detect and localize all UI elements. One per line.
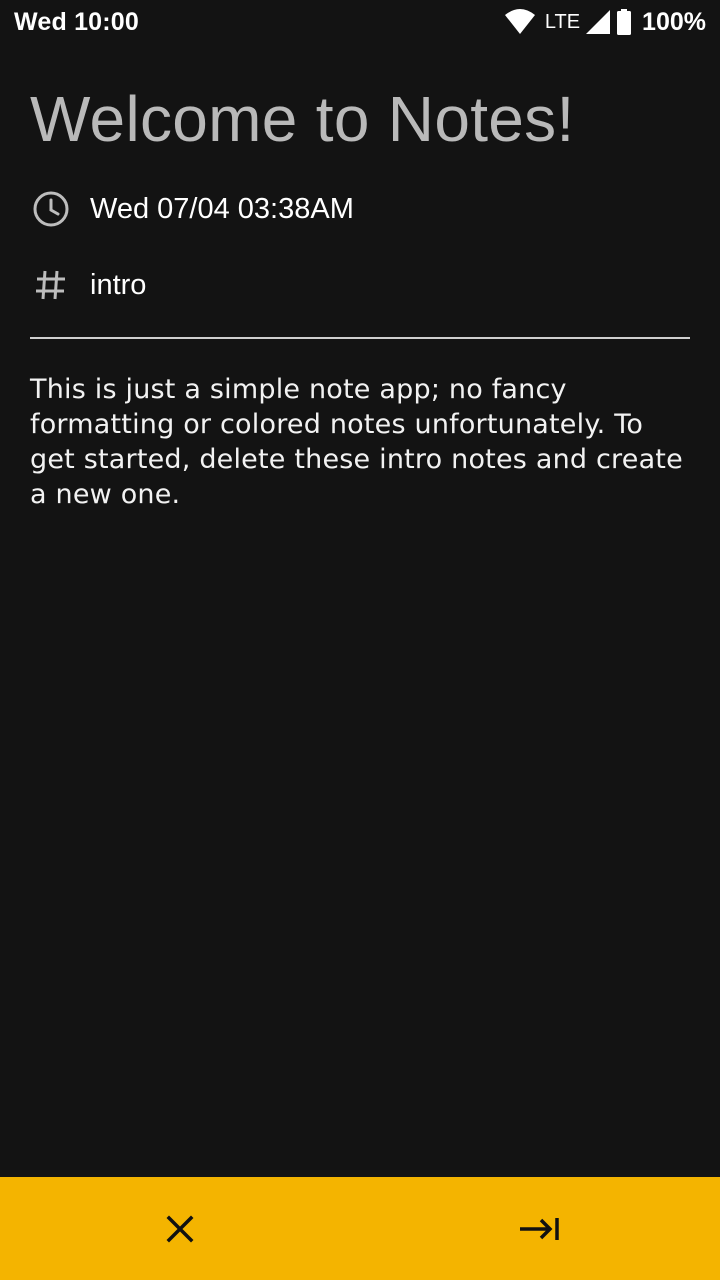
status-icons: LTE 100%	[504, 7, 706, 37]
arrow-to-end-icon	[519, 1215, 561, 1243]
close-button[interactable]	[120, 1177, 240, 1280]
status-bar: Wed 10:00 LTE 100%	[0, 0, 720, 44]
cell-signal-icon	[586, 10, 611, 34]
wifi-icon	[504, 9, 535, 35]
note-screen: Wed 10:00 LTE 100% Welcome to Notes! Wed…	[0, 0, 720, 1280]
next-note-button[interactable]	[480, 1177, 600, 1280]
clock-icon	[32, 190, 70, 228]
note-title[interactable]: Welcome to Notes!	[30, 82, 575, 156]
bottom-action-bar	[0, 1177, 720, 1280]
note-date-row[interactable]: Wed 07/04 03:38AM	[32, 190, 354, 228]
divider	[30, 337, 690, 339]
network-type: LTE	[544, 10, 581, 33]
hashtag-icon	[32, 266, 70, 304]
status-time: Wed 10:00	[14, 7, 140, 36]
battery-icon	[616, 9, 632, 35]
note-tag-row[interactable]: intro	[32, 266, 146, 304]
note-body[interactable]: This is just a simple note app; no fancy…	[30, 372, 694, 512]
note-tag: intro	[90, 268, 147, 301]
battery-level: 100%	[642, 7, 706, 36]
close-icon	[166, 1215, 194, 1243]
note-date: Wed 07/04 03:38AM	[90, 192, 354, 225]
